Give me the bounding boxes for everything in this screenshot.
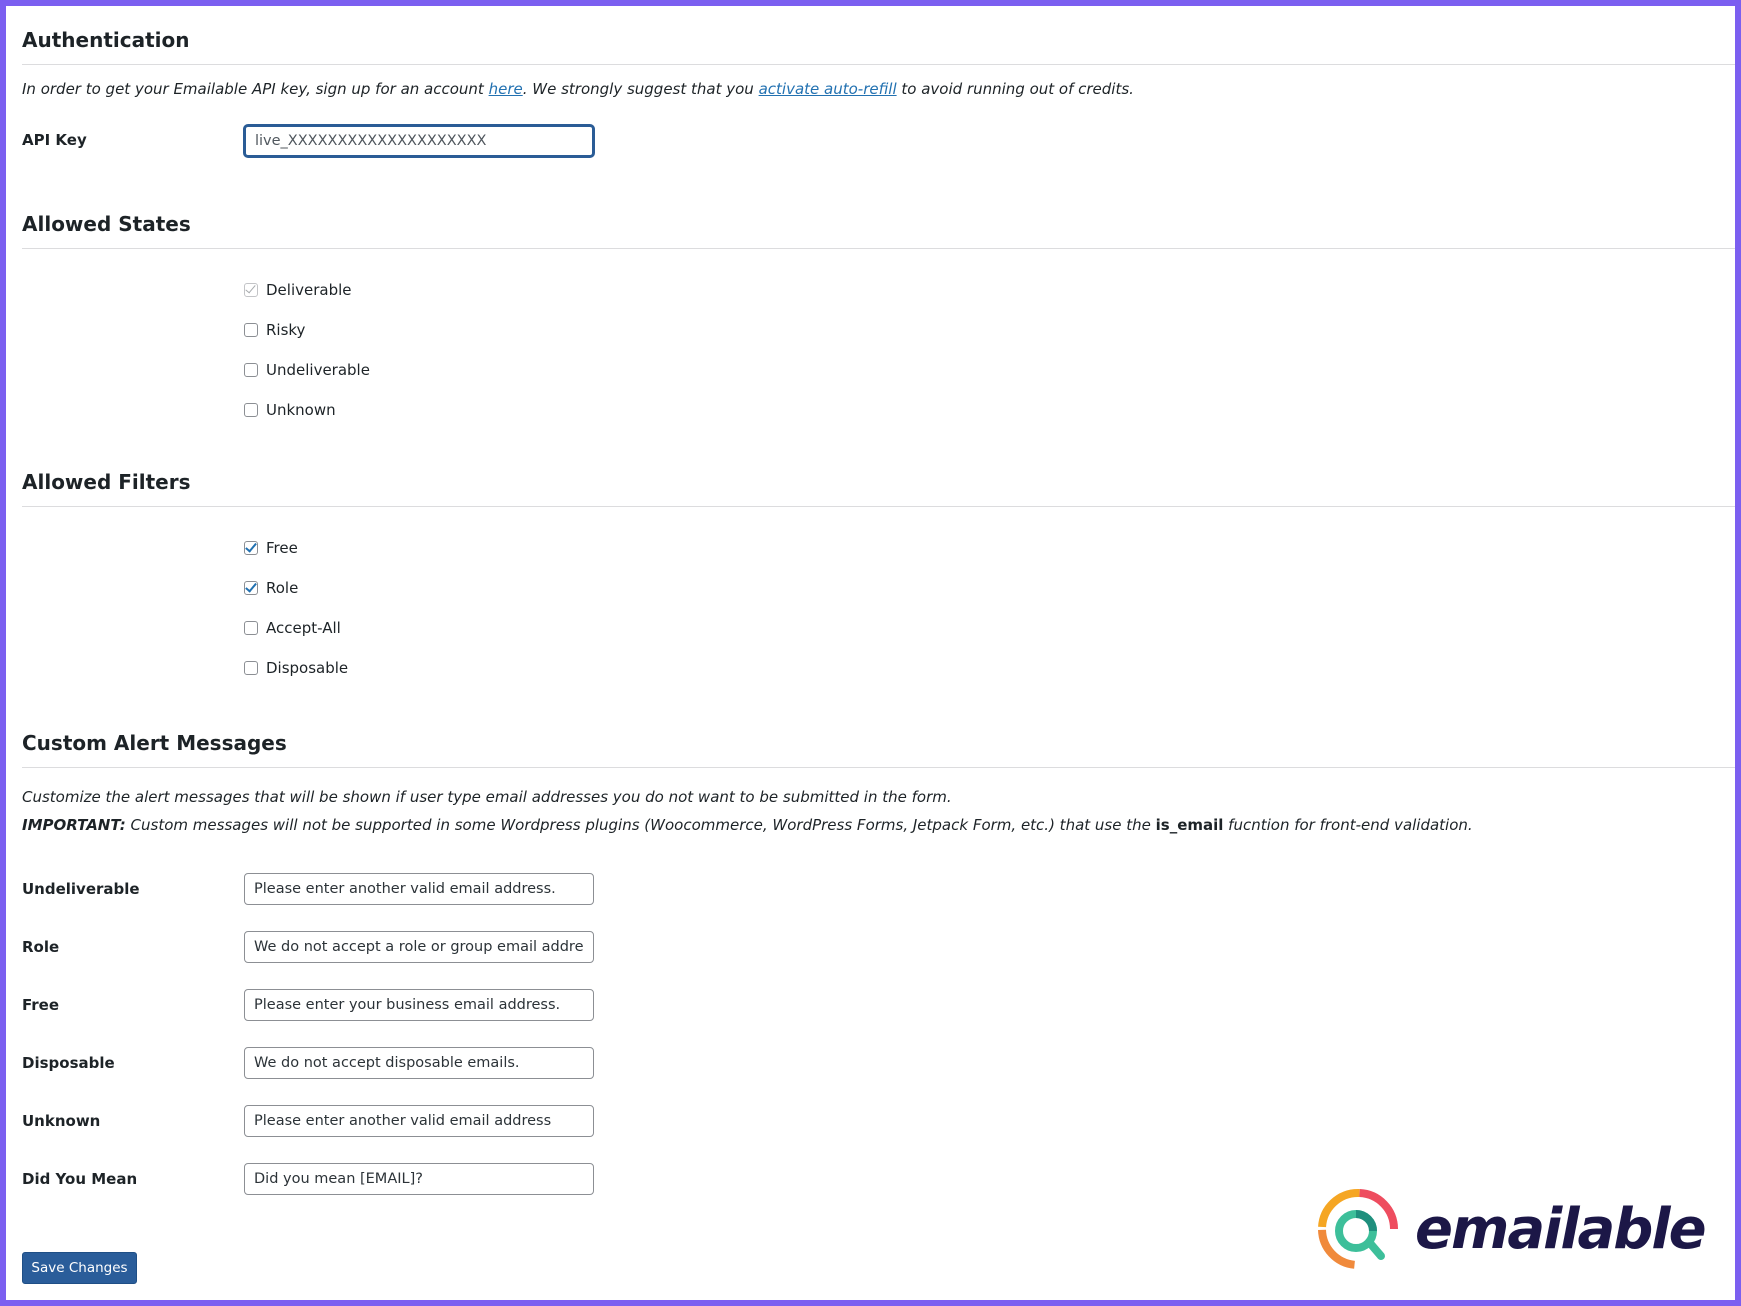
alert-field-label: Unknown [22, 1112, 101, 1130]
allowed-state-label: Deliverable [266, 281, 352, 299]
allowed-state-option[interactable]: Undeliverable [244, 361, 370, 379]
alert-field-label: Free [22, 996, 60, 1014]
allowed-filter-option[interactable]: Accept-All [244, 619, 341, 637]
sign-up-link[interactable]: here [489, 80, 523, 98]
alert-message-input[interactable] [244, 989, 594, 1021]
alert-field-label: Did You Mean [22, 1170, 138, 1188]
custom-alerts-description: Customize the alert messages that will b… [22, 788, 952, 806]
allowed-filter-checkbox[interactable] [244, 661, 258, 675]
allowed-state-option[interactable]: Risky [244, 321, 305, 339]
important-label: IMPORTANT: [22, 816, 126, 834]
section-title-authentication: Authentication [22, 28, 1735, 65]
section-title-allowed-states: Allowed States [22, 212, 1735, 249]
allowed-filter-option[interactable]: Role [244, 579, 298, 597]
save-changes-button[interactable]: Save Changes [22, 1252, 137, 1284]
auth-desc-prefix: In order to get your Emailable API key, … [22, 80, 489, 98]
emailable-logo-icon [1318, 1189, 1398, 1269]
allowed-state-checkbox[interactable] [244, 403, 258, 417]
important-suffix: fucntion for front-end validation. [1223, 816, 1473, 834]
allowed-filter-label: Accept-All [266, 619, 341, 637]
activate-auto-refill-link[interactable]: activate auto-refill [759, 80, 897, 98]
alert-message-input[interactable] [244, 873, 594, 905]
emailable-logo-text: emailable [1415, 1196, 1707, 1262]
api-key-label: API Key [22, 131, 87, 149]
allowed-state-label: Undeliverable [266, 361, 370, 379]
alert-message-input[interactable] [244, 1047, 594, 1079]
auth-desc-middle: . We strongly suggest that you [522, 80, 759, 98]
api-key-input[interactable] [244, 125, 594, 157]
emailable-logo: emailable [1315, 1186, 1707, 1272]
allowed-filter-label: Disposable [266, 659, 349, 677]
important-text: Custom messages will not be supported in… [125, 816, 1156, 834]
allowed-filter-checkbox[interactable] [244, 541, 258, 555]
alert-field-label: Undeliverable [22, 880, 140, 898]
allowed-state-option[interactable]: Deliverable [244, 281, 352, 299]
alert-message-input[interactable] [244, 931, 594, 963]
authentication-description: In order to get your Emailable API key, … [22, 80, 1134, 98]
alert-field-label: Role [22, 938, 60, 956]
allowed-state-checkbox[interactable] [244, 363, 258, 377]
section-title-allowed-filters: Allowed Filters [22, 470, 1735, 507]
section-title-custom-alerts: Custom Alert Messages [22, 731, 1735, 768]
allowed-state-option[interactable]: Unknown [244, 401, 336, 419]
allowed-filter-label: Role [266, 579, 299, 597]
alert-field-label: Disposable [22, 1054, 115, 1072]
alert-message-input[interactable] [244, 1105, 594, 1137]
alert-message-input[interactable] [244, 1163, 594, 1195]
custom-alerts-important-note: IMPORTANT: Custom messages will not be s… [22, 816, 1473, 834]
allowed-filter-checkbox[interactable] [244, 581, 258, 595]
allowed-state-checkbox[interactable] [244, 323, 258, 337]
allowed-state-checkbox [244, 283, 258, 297]
auth-desc-suffix: to avoid running out of credits. [896, 80, 1134, 98]
allowed-state-label: Risky [266, 321, 306, 339]
allowed-filter-option[interactable]: Disposable [244, 659, 348, 677]
allowed-state-label: Unknown [266, 401, 336, 419]
allowed-filter-option[interactable]: Free [244, 539, 298, 557]
allowed-filter-label: Free [266, 539, 298, 557]
is-email-code: is_email [1155, 816, 1224, 834]
allowed-filter-checkbox[interactable] [244, 621, 258, 635]
